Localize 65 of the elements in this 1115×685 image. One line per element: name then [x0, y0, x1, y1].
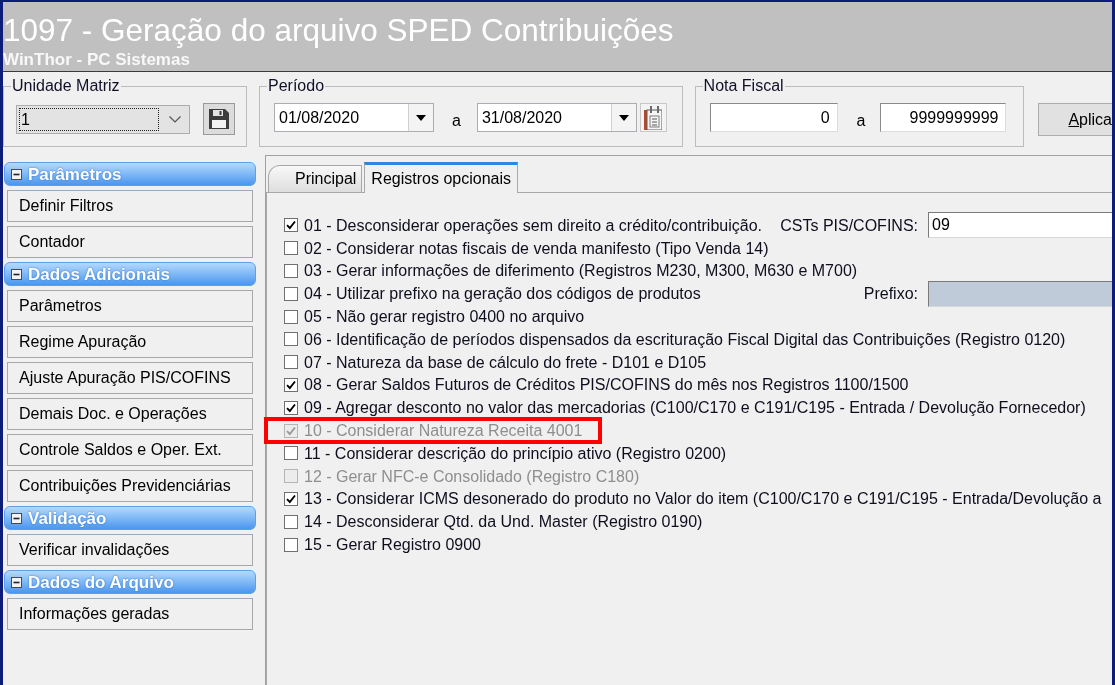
- sidebar-item[interactable]: Demais Doc. e Operações: [7, 398, 253, 430]
- number-field[interactable]: 9999999999: [880, 103, 1007, 132]
- caret-down-icon: [416, 114, 426, 121]
- checkbox[interactable]: [284, 309, 298, 324]
- option-label: 01 - Desconsiderar operações sem direito a crédito/contribuição.: [304, 216, 762, 234]
- text-field[interactable]: 09: [928, 212, 1112, 239]
- checkbox[interactable]: [284, 377, 298, 392]
- dropdown-button[interactable]: [610, 104, 636, 131]
- chevron-down-icon: [169, 115, 181, 123]
- checkbox[interactable]: [284, 264, 298, 278]
- group-label: Nota Fiscal: [702, 77, 785, 95]
- option-label: 12 - Gerar NFC-e Consolidado (Registro C180): [304, 467, 640, 485]
- option-label: 04 - Utilizar prefixo na geração dos códigos de produtos: [304, 285, 701, 303]
- save-icon: [209, 109, 229, 129]
- checkbox[interactable]: [284, 400, 298, 415]
- option-label: 13 - Considerar ICMS desonerado do produto no Valor do item (C100/C170 e C191/C195 - Entrada/Devolução a: [304, 490, 1102, 508]
- checkbox[interactable]: [284, 537, 298, 552]
- sidebar-item[interactable]: Contador: [7, 226, 253, 258]
- apply-button[interactable]: Aplica: [1038, 103, 1112, 136]
- option-label: 05 - Não gerar registro 0400 no arquivo: [304, 308, 585, 326]
- group-label: Unidade Matriz: [11, 77, 121, 95]
- calendar-button[interactable]: [639, 103, 667, 132]
- sidebar-item[interactable]: Parâmetros: [7, 290, 253, 322]
- tab[interactable]: Principal: [268, 165, 363, 192]
- caret-down-icon: [618, 114, 629, 121]
- option-label: 14 - Desconsiderar Qtd. da Und. Master (Registro 0190): [304, 513, 703, 531]
- checkbox[interactable]: [284, 218, 298, 233]
- sidebar-item[interactable]: Ajuste Apuração PIS/COFINS: [7, 362, 253, 394]
- field-label: CSTs PIS/COFINS:: [780, 216, 918, 234]
- option-label: 02 - Considerar notas fiscais de venda manifesto (Tipo Venda 14): [304, 239, 769, 257]
- checkbox[interactable]: [284, 286, 298, 301]
- dropdown-button[interactable]: [408, 104, 433, 131]
- range-separator: a: [452, 110, 461, 130]
- save-button[interactable]: [203, 103, 235, 135]
- checkbox[interactable]: [284, 332, 298, 347]
- checkbox[interactable]: [284, 514, 298, 529]
- calendar-icon: [644, 105, 663, 130]
- number-field[interactable]: 0: [709, 103, 838, 132]
- window-title: 1097 - Geração do arquivo SPED Contribuições: [3, 13, 675, 48]
- checkbox[interactable]: [284, 355, 298, 370]
- sidebar-item[interactable]: Verificar invalidações: [7, 534, 253, 566]
- sidebar-item[interactable]: Regime Apuração: [7, 326, 253, 358]
- date-field[interactable]: 01/08/2020: [274, 103, 434, 132]
- option-label: 03 - Gerar informações de diferimento (Registros M230, M300, M630 e M700): [304, 262, 858, 280]
- checkbox[interactable]: [284, 446, 298, 461]
- range-separator: a: [856, 110, 866, 130]
- unit-combo[interactable]: 1: [16, 104, 190, 134]
- option-label: 06 - Identificação de períodos dispensados da escrituração Fiscal Digital das Contribuições (Registro 0120): [304, 330, 1066, 348]
- sidebar-item[interactable]: Controle Saldos e Oper. Ext.: [7, 434, 253, 466]
- checkbox[interactable]: [284, 241, 298, 256]
- sidebar-item[interactable]: Informações geradas: [7, 598, 253, 630]
- option-label: 08 - Gerar Saldos Futuros de Créditos PIS/COFINS do mês nos Registros 1100/1500: [304, 376, 909, 394]
- field-label: Prefixo:: [863, 285, 918, 303]
- option-label: 07 - Natureza da base de cálculo do frete - D101 e D105: [304, 353, 707, 371]
- option-label: 11 - Considerar descrição do princípio ativo (Registro 0200): [304, 444, 727, 462]
- date-field[interactable]: 31/08/2020: [476, 103, 637, 132]
- sidebar-item[interactable]: Definir Filtros: [7, 190, 253, 222]
- checkbox[interactable]: [284, 491, 298, 506]
- tab[interactable]: Registros opcionais: [364, 162, 518, 193]
- window-subtitle: WinThor - PC Sistemas: [3, 51, 191, 68]
- group-label: Período: [267, 77, 326, 95]
- option-label: 10 - Considerar Natureza Receita 4001: [304, 422, 583, 440]
- sidebar-item[interactable]: Contribuições Previdenciárias: [7, 470, 253, 502]
- option-label: 15 - Gerar Registro 0900: [304, 536, 481, 554]
- option-label: 09 - Agregar desconto no valor das mercadorias (C100/C170 e C191/C195 - Entrada / Devolução Fornecedor): [304, 399, 1086, 417]
